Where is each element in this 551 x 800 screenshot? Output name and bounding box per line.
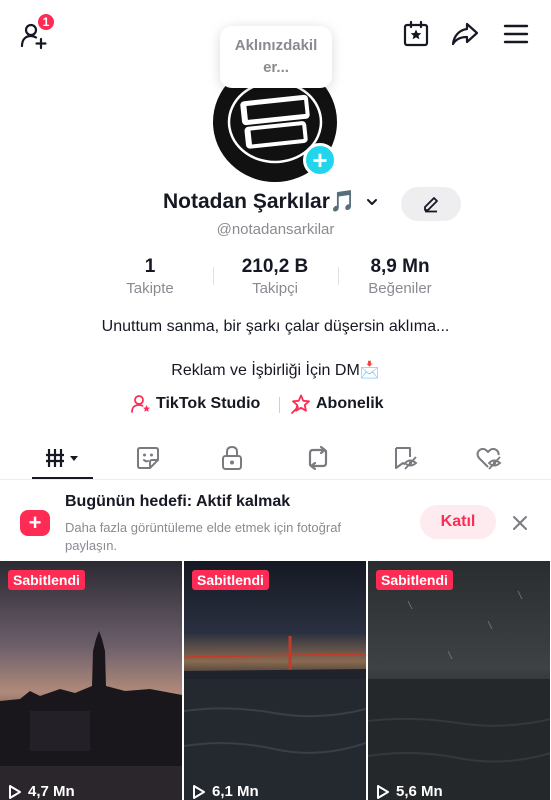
calendar-star-icon bbox=[403, 20, 429, 47]
profile-tabs bbox=[0, 438, 551, 480]
profile-stats: 1 Takipte 210,2 B Takipçi 8,9 Mn Beğenil… bbox=[0, 255, 551, 299]
bio-line-1: Unuttum sanma, bir şarkı çalar düşersin … bbox=[101, 318, 450, 335]
subscription-label: Abonelik bbox=[316, 395, 384, 412]
stat-value: 1 bbox=[144, 256, 156, 277]
tab-stickers[interactable] bbox=[126, 438, 170, 478]
liked-icon bbox=[476, 447, 502, 470]
pinned-badge: Sabitlendi bbox=[376, 570, 453, 590]
stat-following[interactable]: 1 Takipte bbox=[110, 255, 190, 299]
tab-private[interactable] bbox=[210, 438, 254, 478]
view-count-value: 4,7 Mn bbox=[28, 783, 75, 800]
lock-icon bbox=[222, 445, 242, 470]
add-avatar-button[interactable]: + bbox=[303, 143, 337, 177]
video-thumbnail[interactable]: Sabitlendi 4,7 Mn bbox=[0, 561, 182, 800]
join-button[interactable]: Katıl bbox=[420, 505, 496, 539]
videos-grid-icon bbox=[45, 449, 78, 467]
thought-bubble-line1: Aklınızdakil bbox=[234, 37, 318, 54]
view-count-value: 5,6 Mn bbox=[396, 783, 443, 800]
view-count-value: 6,1 Mn bbox=[212, 783, 259, 800]
tiktok-studio-link[interactable]: TikTok Studio bbox=[130, 393, 260, 415]
video-thumbnail[interactable]: Sabitlendi 6,1 Mn bbox=[184, 561, 366, 800]
repost-icon bbox=[308, 445, 328, 471]
thumbnail-image-rainy-sea bbox=[368, 561, 550, 800]
studio-person-icon bbox=[131, 395, 150, 413]
view-count: 6,1 Mn bbox=[192, 783, 259, 800]
chevron-down-icon[interactable] bbox=[365, 195, 379, 209]
daily-goal-banner: + Bugünün hedefi: Aktif kalmak Daha fazl… bbox=[0, 481, 551, 561]
bio-line-2: Reklam ve İşbirliği İçin DM📩 bbox=[171, 362, 380, 379]
link-divider bbox=[279, 397, 280, 413]
tab-saved[interactable] bbox=[383, 438, 427, 478]
view-count: 4,7 Mn bbox=[8, 783, 75, 800]
share-icon bbox=[451, 22, 479, 46]
tab-reposts[interactable] bbox=[296, 438, 340, 478]
stat-followers[interactable]: 210,2 B Takipçi bbox=[225, 255, 325, 299]
thumbnail-image-bridge bbox=[184, 561, 366, 800]
sticker-icon bbox=[137, 447, 159, 469]
view-count: 5,6 Mn bbox=[376, 783, 443, 800]
plus-icon: + bbox=[312, 145, 328, 175]
menu-button[interactable] bbox=[500, 18, 532, 50]
pinned-badge: Sabitlendi bbox=[192, 570, 269, 590]
stat-value: 210,2 B bbox=[241, 256, 309, 277]
video-grid: Sabitlendi 4,7 Mn Sabitlendi 6,1 Mn Sabi… bbox=[0, 561, 551, 800]
video-thumbnail[interactable]: Sabitlendi 5,6 Mn bbox=[368, 561, 550, 800]
name-row: Notadan Şarkılar🎵 bbox=[0, 187, 551, 221]
close-icon[interactable] bbox=[509, 512, 531, 534]
stat-label: Takipçi bbox=[252, 280, 298, 297]
edit-profile-button[interactable] bbox=[401, 187, 461, 221]
stat-divider bbox=[338, 267, 339, 285]
share-button[interactable] bbox=[448, 18, 482, 50]
banner-subtitle: Daha fazla görüntüleme elde etmek için f… bbox=[65, 520, 342, 553]
stat-label: Takipte bbox=[126, 280, 174, 297]
stat-label: Beğeniler bbox=[368, 280, 432, 297]
add-photo-icon: + bbox=[20, 510, 50, 536]
play-icon bbox=[193, 784, 205, 799]
menu-icon bbox=[503, 24, 529, 44]
stat-divider bbox=[213, 267, 214, 285]
play-icon bbox=[377, 784, 389, 799]
subscription-link[interactable]: Abonelik bbox=[290, 393, 384, 415]
display-name[interactable]: Notadan Şarkılar🎵 bbox=[163, 190, 356, 214]
pencil-icon bbox=[424, 197, 438, 213]
notification-badge: 1 bbox=[36, 12, 56, 32]
profile-links: TikTok Studio Abonelik bbox=[0, 393, 551, 417]
thumbnail-image-skyline bbox=[0, 561, 182, 800]
play-icon bbox=[9, 784, 21, 799]
tiktok-studio-label: TikTok Studio bbox=[156, 395, 261, 412]
saved-icon bbox=[395, 447, 418, 470]
active-tab-indicator bbox=[32, 477, 93, 479]
tab-videos[interactable] bbox=[32, 438, 93, 478]
stat-likes[interactable]: 8,9 Mn Beğeniler bbox=[350, 255, 450, 299]
banner-title: Bugünün hedefi: Aktif kalmak bbox=[65, 493, 291, 510]
thought-bubble[interactable]: Aklınızdakil er... bbox=[220, 26, 332, 88]
profile-handle: @notadansarkilar bbox=[216, 221, 335, 238]
stat-value: 8,9 Mn bbox=[370, 256, 430, 277]
thought-bubble-line2: er... bbox=[263, 59, 289, 76]
subscription-star-icon bbox=[291, 394, 310, 414]
tab-liked[interactable] bbox=[467, 438, 511, 478]
calendar-button[interactable] bbox=[400, 18, 432, 50]
pinned-badge: Sabitlendi bbox=[8, 570, 85, 590]
